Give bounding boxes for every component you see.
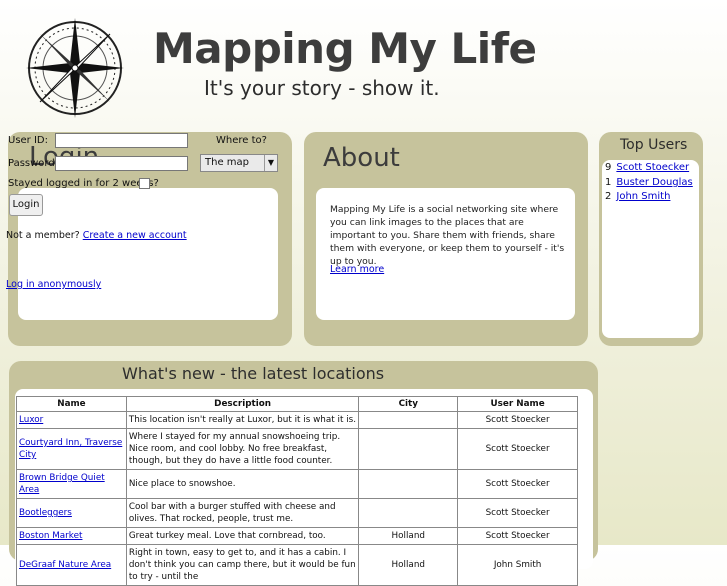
location-name-link[interactable]: DeGraaf Nature Area xyxy=(19,560,111,570)
location-name-link[interactable]: Brown Bridge Quiet Area xyxy=(19,473,105,495)
user-id-input[interactable] xyxy=(55,133,188,148)
table-row: Boston Market Great turkey meal. Love th… xyxy=(16,527,578,545)
where-to-select[interactable]: The map ▼ xyxy=(200,154,278,172)
location-city: Holland xyxy=(358,527,459,545)
password-label: Password: xyxy=(8,158,59,169)
top-user-item: 1 Buster Douglas xyxy=(605,177,693,188)
latest-locations-heading: What's new - the latest locations xyxy=(122,364,385,383)
top-user-link[interactable]: Buster Douglas xyxy=(616,177,692,188)
stay-logged-checkbox[interactable] xyxy=(139,178,150,189)
location-name-link[interactable]: Luxor xyxy=(19,415,43,425)
table-row: Courtyard Inn, Traverse City Where I sta… xyxy=(16,428,578,470)
where-to-label: Where to? xyxy=(216,135,267,146)
table-row: DeGraaf Nature Area Right in town, easy … xyxy=(16,544,578,586)
location-description: Nice place to snowshoe. xyxy=(125,469,360,499)
top-user-link[interactable]: John Smith xyxy=(616,191,670,202)
user-id-label: User ID: xyxy=(8,135,48,146)
about-text: Mapping My Life is a social networking s… xyxy=(330,204,565,267)
stay-logged-label: Stayed logged in for 2 weeks? xyxy=(8,178,159,189)
location-city xyxy=(358,498,459,528)
column-header-description: Description xyxy=(125,396,360,412)
table-row: Bootleggers Cool bar with a burger stuff… xyxy=(16,498,578,528)
top-user-link[interactable]: Scott Stoecker xyxy=(616,162,689,173)
location-description: This location isn't really at Luxor, but… xyxy=(125,411,360,429)
top-user-count: 2 xyxy=(605,191,612,202)
location-city xyxy=(358,411,459,429)
where-to-selected-value: The map xyxy=(205,157,249,168)
site-title: Mapping My Life xyxy=(153,24,537,73)
table-row: Luxor This location isn't really at Luxo… xyxy=(16,411,578,429)
learn-more-link[interactable]: Learn more xyxy=(330,264,384,275)
top-user-count: 9 xyxy=(605,162,612,173)
location-user: Scott Stoecker xyxy=(457,498,578,528)
locations-table: Name Description City User Name Luxor Th… xyxy=(16,396,578,586)
table-row: Brown Bridge Quiet Area Nice place to sn… xyxy=(16,469,578,499)
location-description: Where I stayed for my annual snowshoeing… xyxy=(125,428,360,470)
location-user: Scott Stoecker xyxy=(457,469,578,499)
compass-logo-icon xyxy=(26,18,124,118)
location-user: Scott Stoecker xyxy=(457,411,578,429)
location-user: John Smith xyxy=(457,544,578,586)
column-header-name: Name xyxy=(16,396,127,412)
column-header-user-name: User Name xyxy=(457,396,578,412)
location-name-link[interactable]: Courtyard Inn, Traverse City xyxy=(19,438,122,460)
location-city xyxy=(358,469,459,499)
password-input[interactable] xyxy=(55,156,188,171)
location-description: Great turkey meal. Love that cornbread, … xyxy=(125,527,360,545)
top-user-item: 2 John Smith xyxy=(605,191,670,202)
location-name-link[interactable]: Bootleggers xyxy=(19,508,72,518)
login-anonymously-link[interactable]: Log in anonymously xyxy=(6,279,101,290)
dropdown-arrow-icon: ▼ xyxy=(264,155,277,171)
not-member-text: Not a member? xyxy=(6,230,80,241)
login-panel-body xyxy=(18,188,278,320)
location-city xyxy=(358,428,459,470)
not-member-row: Not a member? Create a new account xyxy=(6,230,187,241)
table-header-row: Name Description City User Name xyxy=(16,396,578,412)
location-user: Scott Stoecker xyxy=(457,428,578,470)
column-header-city: City xyxy=(358,396,459,412)
top-users-heading: Top Users xyxy=(620,137,688,153)
location-city: Holland xyxy=(358,544,459,586)
create-account-link[interactable]: Create a new account xyxy=(83,230,187,241)
location-description: Cool bar with a burger stuffed with chee… xyxy=(125,498,360,528)
location-description: Right in town, easy to get to, and it ha… xyxy=(125,544,360,586)
site-tagline: It's your story - show it. xyxy=(204,76,440,100)
top-user-count: 1 xyxy=(605,177,612,188)
location-name-link[interactable]: Boston Market xyxy=(19,531,82,541)
top-user-item: 9 Scott Stoecker xyxy=(605,162,689,173)
location-user: Scott Stoecker xyxy=(457,527,578,545)
about-heading: About xyxy=(323,143,400,173)
login-button[interactable]: Login xyxy=(9,194,43,216)
